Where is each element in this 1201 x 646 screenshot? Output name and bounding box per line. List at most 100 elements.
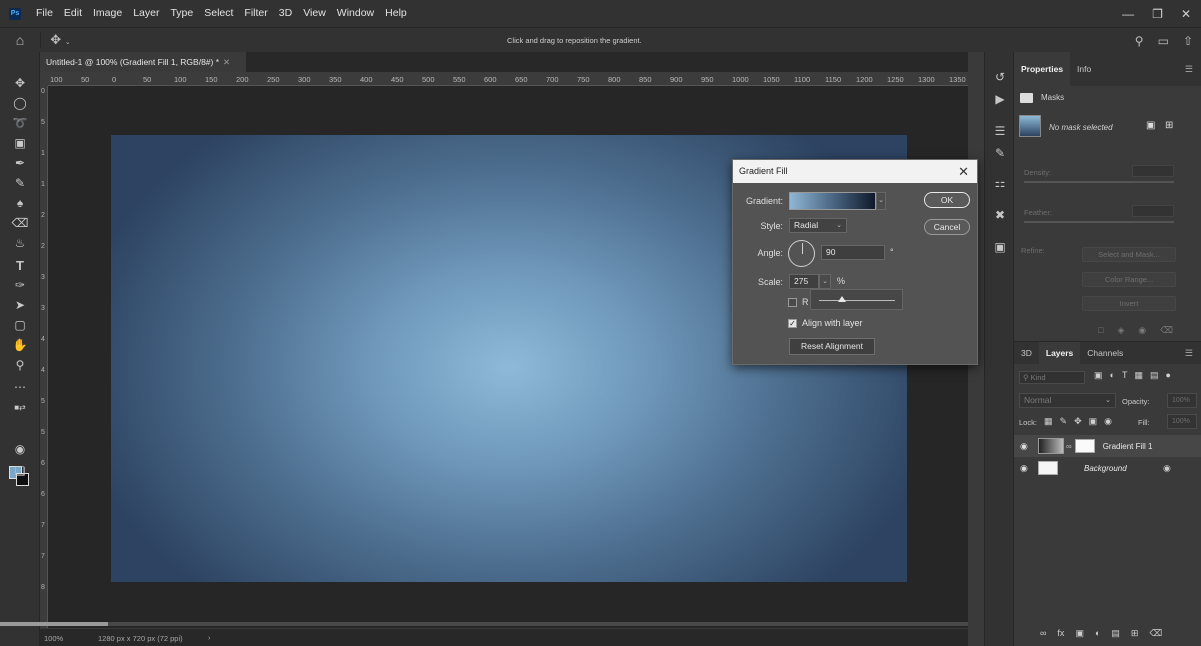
lasso-tool-icon[interactable]: ➰ <box>9 114 31 132</box>
visibility-eye-icon[interactable]: ◉ <box>1020 441 1030 452</box>
menu-type[interactable]: Type <box>165 0 199 27</box>
gradient-preview[interactable] <box>789 192 876 210</box>
filter-smart-icon[interactable]: ▤ <box>1150 370 1159 381</box>
delete-layer-icon[interactable]: ⌫ <box>1149 628 1162 639</box>
pen-tool-icon[interactable]: ✑ <box>9 276 31 294</box>
cancel-button[interactable]: Cancel <box>924 219 970 235</box>
align-with-layer-checkbox[interactable]: ✓ <box>788 319 797 328</box>
new-group-icon[interactable]: ▤ <box>1111 628 1120 639</box>
fx-icon[interactable]: fx <box>1057 628 1064 639</box>
horizontal-scroll-thumb[interactable] <box>0 622 108 626</box>
tab-info[interactable]: Info <box>1070 52 1098 86</box>
move-tool-preset-icon[interactable]: ✥ ⌄ <box>40 32 80 48</box>
workspace-icon[interactable]: ▭ <box>1158 34 1169 48</box>
lock-position-icon[interactable]: ✥ <box>1074 416 1082 427</box>
lock-all-icon[interactable]: ◉ <box>1104 416 1112 427</box>
scale-input[interactable]: 275 <box>789 274 819 289</box>
menu-window[interactable]: Window <box>332 0 380 27</box>
add-mask-icon[interactable]: ▣ <box>1075 628 1084 639</box>
layer-row-gradient-fill[interactable]: ◉ ∞ Gradient Fill 1 <box>1014 435 1201 457</box>
lock-image-icon[interactable]: ✎ <box>1060 416 1068 427</box>
close-window-icon[interactable]: ✕ <box>1181 7 1191 21</box>
default-colors-icon[interactable]: ■⇄ <box>9 398 31 416</box>
home-icon[interactable]: ⌂ <box>0 32 40 48</box>
object-select-tool-icon[interactable]: ▣ <box>9 134 31 152</box>
add-pixel-mask-icon[interactable]: ▣ <box>1146 120 1155 131</box>
zoom-tool-icon[interactable]: ⚲ <box>9 356 31 374</box>
slider-thumb[interactable] <box>838 296 846 302</box>
menu-3d[interactable]: 3D <box>274 0 298 27</box>
lock-artboard-icon[interactable]: ▣ <box>1089 416 1098 427</box>
menu-filter[interactable]: Filter <box>239 0 273 27</box>
search-icon[interactable]: ⚲ <box>1135 34 1144 48</box>
stamp-tool-icon[interactable]: ♠ <box>9 194 31 212</box>
filter-toggle-icon[interactable]: ● <box>1165 370 1170 381</box>
menu-file[interactable]: File <box>31 0 59 27</box>
paint-bucket-tool-icon[interactable]: ♨ <box>9 234 31 252</box>
filter-adjustment-icon[interactable]: ◐ <box>1110 370 1115 381</box>
move-tool-icon[interactable]: ✥ <box>9 74 31 92</box>
add-vector-mask-icon[interactable]: ⊞ <box>1165 120 1173 131</box>
screen-mode-icon[interactable]: ❏ <box>9 462 31 480</box>
menu-image[interactable]: Image <box>88 0 128 27</box>
reset-alignment-button[interactable]: Reset Alignment <box>789 338 875 355</box>
filter-shape-icon[interactable]: ▦ <box>1134 370 1143 381</box>
angle-dial[interactable] <box>788 240 815 267</box>
type-tool-icon[interactable]: T <box>9 256 31 274</box>
adjustment-layer-icon[interactable]: ◐ <box>1095 628 1100 639</box>
lock-transparent-icon[interactable]: ▦ <box>1044 416 1053 427</box>
brush-tool-icon[interactable]: ✎ <box>9 174 31 192</box>
brushes-icon[interactable]: ✎ <box>991 144 1009 162</box>
restore-icon[interactable]: ❐ <box>1152 7 1163 21</box>
layer-row-background[interactable]: ◉ Background ◉ <box>1014 457 1201 479</box>
menu-select[interactable]: Select <box>199 0 239 27</box>
path-select-tool-icon[interactable]: ➤ <box>9 296 31 314</box>
menu-view[interactable]: View <box>298 0 332 27</box>
ok-button[interactable]: OK <box>924 192 970 208</box>
share-icon[interactable]: ⇧ <box>1183 34 1193 48</box>
character-icon[interactable]: ⚏ <box>991 174 1009 192</box>
quick-mask-icon[interactable]: ◉ <box>9 440 31 458</box>
tab-3d[interactable]: 3D <box>1014 342 1039 364</box>
tab-properties[interactable]: Properties <box>1014 52 1071 86</box>
tab-layers[interactable]: Layers <box>1038 342 1081 364</box>
style-select[interactable]: Radial ⌄ <box>789 218 847 233</box>
visibility-eye-icon[interactable]: ◉ <box>1020 463 1030 474</box>
zoom-level[interactable]: 100% <box>44 634 63 643</box>
blend-mode-select[interactable]: Normal ⌄ <box>1019 393 1116 408</box>
document-tab[interactable]: Untitled-1 @ 100% (Gradient Fill 1, RGB/… <box>40 52 246 72</box>
menu-help[interactable]: Help <box>380 0 413 27</box>
layer-filter-field[interactable]: ⚲ Kind <box>1019 371 1085 384</box>
opacity-field[interactable]: 100% <box>1167 393 1197 408</box>
angle-input[interactable]: 90 <box>821 245 885 260</box>
properties-menu-icon[interactable]: ☰ <box>1185 64 1193 75</box>
reverse-checkbox[interactable] <box>788 298 797 307</box>
tab-channels[interactable]: Channels <box>1080 342 1130 364</box>
hand-tool-icon[interactable]: ✋ <box>9 336 31 354</box>
layer-mask-thumbnail[interactable] <box>1074 439 1095 453</box>
rectangle-tool-icon[interactable]: ▢ <box>9 316 31 334</box>
new-layer-icon[interactable]: ⊞ <box>1131 628 1139 639</box>
link-layers-icon[interactable]: ∞ <box>1040 628 1046 639</box>
history-icon[interactable]: ↺ <box>991 68 1009 86</box>
layers-menu-icon[interactable]: ☰ <box>1185 348 1193 359</box>
eraser-tool-icon[interactable]: ⌫ <box>9 214 31 232</box>
more-tools-icon[interactable]: ⋯ <box>9 378 31 396</box>
scale-dropdown-icon[interactable]: ⌄ <box>819 274 831 289</box>
status-arrow-icon[interactable]: › <box>208 633 211 642</box>
minimize-icon[interactable]: — <box>1122 7 1134 21</box>
tools-settings-icon[interactable]: ✖ <box>991 206 1009 224</box>
close-icon[interactable]: ✕ <box>958 160 969 183</box>
layer-name[interactable]: Gradient Fill 1 <box>1103 442 1153 451</box>
menu-layer[interactable]: Layer <box>128 0 165 27</box>
actions-play-icon[interactable]: ▶ <box>991 90 1009 108</box>
filter-type-icon[interactable]: T <box>1122 370 1128 381</box>
eyedropper-tool-icon[interactable]: ✒ <box>9 154 31 172</box>
marquee-tool-icon[interactable]: ◯ <box>9 94 31 112</box>
menu-edit[interactable]: Edit <box>59 0 88 27</box>
fill-field[interactable]: 100% <box>1167 414 1197 429</box>
filter-pixel-icon[interactable]: ▣ <box>1094 370 1103 381</box>
layer-name[interactable]: Background <box>1084 464 1127 473</box>
gradient-picker-arrow-icon[interactable]: ⌄ <box>876 192 886 210</box>
scale-popup-slider[interactable] <box>810 289 903 310</box>
